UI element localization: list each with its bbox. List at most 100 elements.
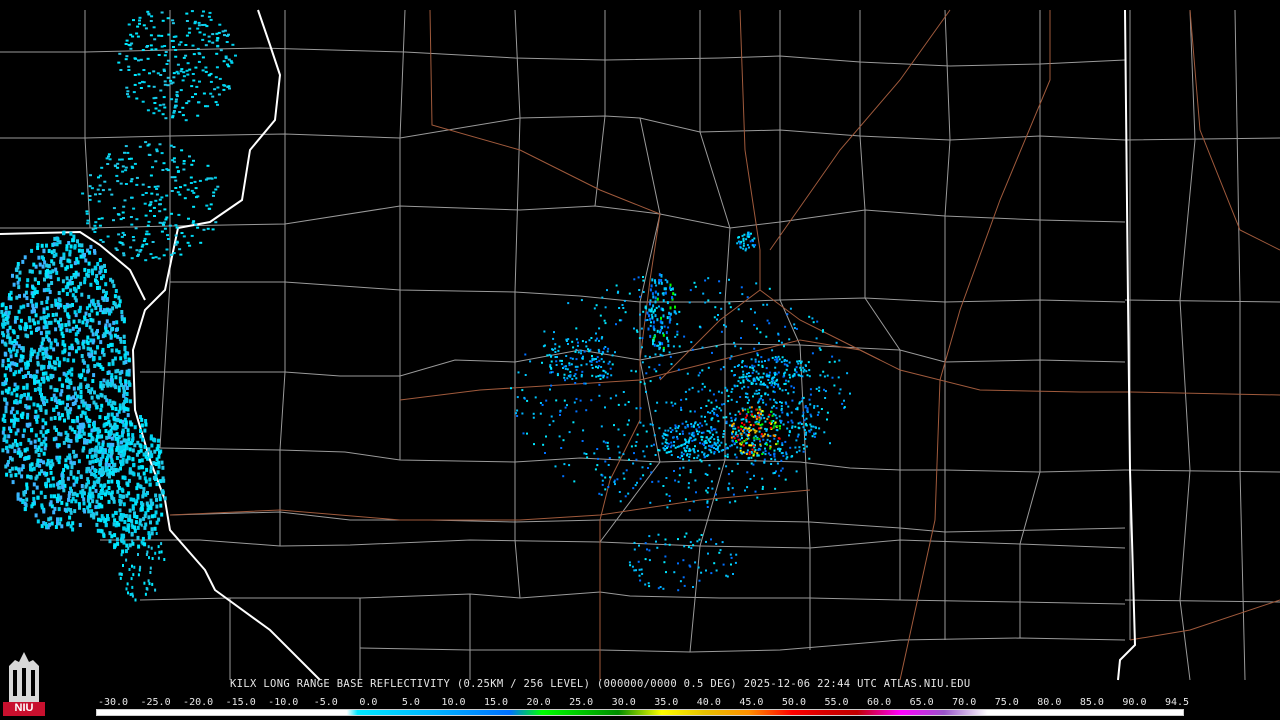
echo-pixel [749,366,751,369]
echo-pixel [89,317,93,322]
echo-pixel [62,440,66,445]
echo-pixel [524,353,527,356]
echo-pixel [699,442,701,445]
echo-pixel [88,313,92,318]
echo-pixel [121,461,125,466]
echo-pixel [759,424,762,427]
echo-pixel [179,186,182,189]
echo-pixel [46,477,50,482]
echo-pixel [841,402,844,405]
echo-pixel [174,104,177,107]
echo-pixel [769,427,772,429]
echo-pixel [600,353,603,356]
echo-pixel [38,382,42,387]
echo-pixel [669,286,671,290]
echo-pixel [750,383,753,385]
echo-pixel [174,98,178,101]
echo-pixel [660,281,663,285]
echo-pixel [617,428,620,431]
echo-pixel [688,456,691,458]
echo-pixel [741,293,744,296]
echo-pixel [36,403,40,408]
echo-pixel [724,386,727,389]
echo-pixel [726,453,729,456]
echo-pixel [553,331,555,334]
echo-pixel [813,432,815,435]
echo-pixel [768,287,771,290]
echo-pixel [21,375,25,379]
echo-pixel [1,363,5,368]
echo-pixel [716,449,719,451]
echo-pixel [211,95,215,98]
echo-pixel [22,304,26,309]
echo-pixel [158,203,161,206]
echo-pixel [729,357,732,360]
echo-pixel [152,437,156,442]
echo-pixel [69,470,73,475]
echo-pixel [780,409,783,412]
echo-pixel [90,509,94,514]
echo-pixel [3,397,7,402]
echo-pixel [815,337,818,340]
echo-pixel [66,370,70,375]
echo-pixel [756,452,759,455]
echo-pixel [722,563,725,566]
echo-pixel [563,365,566,368]
echo-pixel [789,307,792,310]
echo-pixel [651,423,654,426]
echo-pixel [154,107,158,110]
echo-pixel [593,307,596,310]
echo-pixel [148,204,152,207]
echo-pixel [760,380,762,383]
echo-pixel [601,479,604,482]
echo-pixel [141,536,145,541]
echo-pixel [599,314,602,317]
echo-pixel [148,582,151,586]
echo-pixel [174,179,178,182]
echo-pixel [770,420,773,423]
echo-pixel [802,366,805,369]
echo-pixel [762,401,765,404]
echo-pixel [150,192,154,195]
echo-pixel [227,58,231,61]
echo-pixel [773,449,776,452]
echo-pixel [64,323,68,328]
echo-pixel [93,390,96,395]
echo-pixel [645,430,648,433]
echo-pixel [690,425,693,428]
echo-pixel [149,469,153,474]
echo-pixel [187,217,190,220]
echo-pixel [39,448,43,453]
echo-pixel [673,571,676,574]
echo-pixel [761,399,764,401]
echo-pixel [656,344,659,347]
echo-pixel [78,425,82,430]
echo-pixel [680,406,682,409]
echo-pixel [9,305,13,310]
echo-pixel [559,359,562,362]
echo-pixel [791,399,794,402]
echo-pixel [672,436,675,439]
echo-pixel [575,410,578,413]
echo-pixel [68,328,72,333]
echo-pixel [107,486,111,490]
echo-pixel [155,193,159,196]
echo-pixel [590,399,593,402]
echo-pixel [652,304,655,308]
echo-pixel [517,371,520,374]
echo-pixel [98,224,102,227]
echo-pixel [178,193,182,196]
echo-pixel [824,390,827,393]
echo-pixel [141,100,145,103]
echo-pixel [677,456,679,458]
echo-pixel [8,340,12,345]
echo-pixel [705,405,708,407]
echo-pixel [89,282,93,287]
echo-pixel [764,383,767,386]
echo-pixel [766,319,769,322]
echo-pixel [4,352,8,357]
echo-pixel [140,458,144,463]
echo-pixel [25,385,29,390]
echo-pixel [695,491,697,494]
echo-pixel [227,65,231,68]
